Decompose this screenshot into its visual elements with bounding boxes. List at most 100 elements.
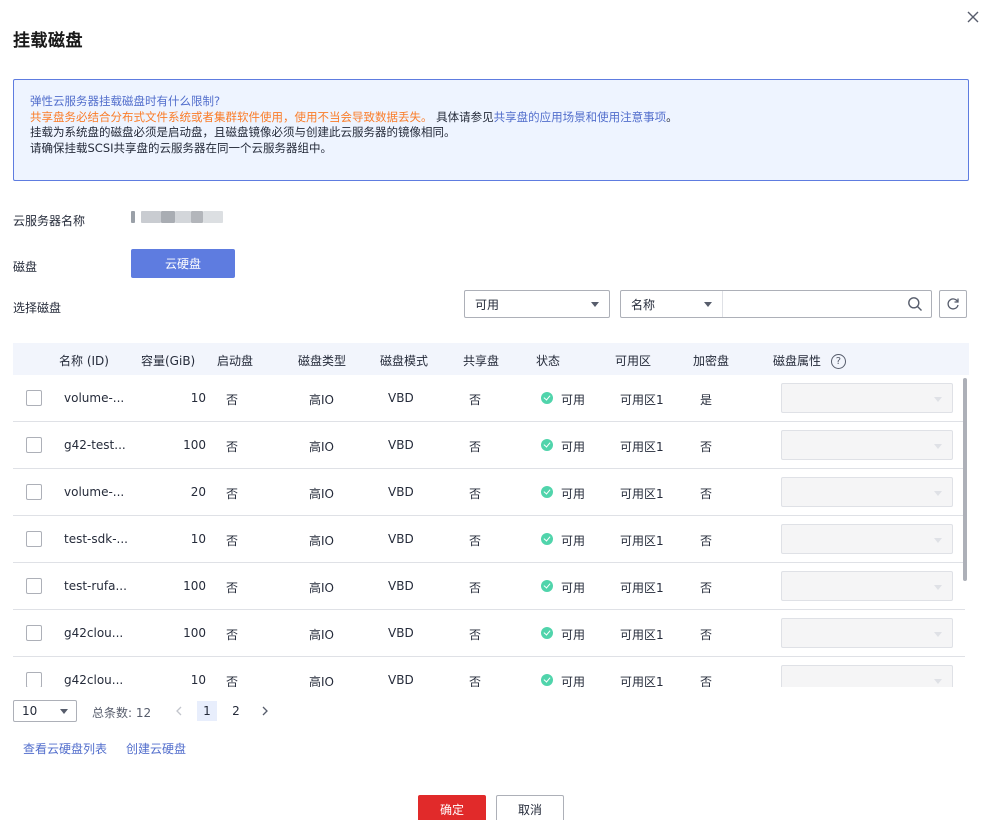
- check-circle-icon: [541, 439, 553, 451]
- check-circle-icon: [541, 533, 553, 545]
- notice-question: 弹性云服务器挂载磁盘时有什么限制?: [30, 94, 221, 108]
- close-button[interactable]: [964, 8, 982, 26]
- server-name-label: 云服务器名称: [13, 214, 86, 228]
- chevron-down-icon: [934, 491, 942, 496]
- disk-attr-select[interactable]: [781, 618, 953, 648]
- table-scrollbar[interactable]: [963, 378, 967, 581]
- disk-attr-select[interactable]: [781, 477, 953, 507]
- disk-table: 名称 (ID) 容量(GiB) 启动盘 磁盘类型 磁盘模式 共享盘 状态 可用区…: [13, 343, 969, 687]
- search-type-value: 名称: [631, 297, 656, 312]
- confirm-button[interactable]: 确定: [418, 795, 486, 820]
- prev-page-button[interactable]: [171, 702, 187, 720]
- cell-mode: VBD: [388, 438, 414, 452]
- table-row[interactable]: test-sdk-... 10 否 高IO VBD 否 可用区1 否 可用: [13, 516, 965, 563]
- cell-shared: 否: [469, 440, 482, 454]
- row-checkbox[interactable]: [26, 578, 42, 594]
- row-checkbox[interactable]: [26, 484, 42, 500]
- cell-az: 可用区1: [620, 628, 664, 642]
- cell-capacity: 20: [190, 485, 206, 499]
- cell-mode: VBD: [388, 485, 414, 499]
- page-2[interactable]: 2: [226, 701, 246, 721]
- page-1[interactable]: 1: [197, 701, 217, 721]
- cell-shared: 否: [469, 581, 482, 595]
- evs-disk-tab[interactable]: 云硬盘: [131, 249, 235, 278]
- cell-type: 高IO: [309, 581, 334, 595]
- cell-encrypted: 否: [700, 581, 713, 595]
- status-text: 可用: [561, 628, 586, 642]
- next-page-button[interactable]: [257, 702, 273, 720]
- cell-status: 可用: [541, 391, 585, 408]
- table-row[interactable]: g42clou... 100 否 高IO VBD 否 可用区1 否 可用: [13, 610, 965, 657]
- check-circle-icon: [541, 392, 553, 404]
- search-input[interactable]: [727, 293, 897, 315]
- cell-az: 可用区1: [620, 487, 664, 501]
- cell-boot: 否: [226, 393, 239, 407]
- col-capacity: 容量(GiB): [141, 354, 196, 368]
- server-name-value-blurred: [131, 211, 223, 223]
- table-header: 名称 (ID) 容量(GiB) 启动盘 磁盘类型 磁盘模式 共享盘 状态 可用区…: [13, 343, 969, 375]
- table-row[interactable]: g42-test... 100 否 高IO VBD 否 可用区1 否 可用: [13, 422, 965, 469]
- cell-type: 高IO: [309, 628, 334, 642]
- view-disk-list-link[interactable]: 查看云硬盘列表: [23, 740, 107, 757]
- check-circle-icon: [541, 486, 553, 498]
- status-filter-select[interactable]: 可用: [464, 290, 610, 318]
- table-row[interactable]: volume-... 20 否 高IO VBD 否 可用区1 否 可用: [13, 469, 965, 516]
- chevron-down-icon: [934, 397, 942, 402]
- chevron-down-icon: [934, 679, 942, 684]
- cell-type: 高IO: [309, 675, 334, 687]
- cell-type: 高IO: [309, 393, 334, 407]
- cell-az: 可用区1: [620, 393, 664, 407]
- table-row[interactable]: volume-... 10 否 高IO VBD 否 可用区1 是 可用: [13, 375, 965, 422]
- col-boot: 启动盘: [217, 354, 254, 368]
- page-size-value: 10: [22, 704, 38, 718]
- cell-name: g42clou...: [64, 626, 124, 640]
- disk-attr-select[interactable]: [781, 571, 953, 601]
- row-checkbox[interactable]: [26, 625, 42, 641]
- row-checkbox[interactable]: [26, 531, 42, 547]
- table-row[interactable]: g42clou... 10 否 高IO VBD 否 可用区1 否 可用: [13, 657, 965, 687]
- disk-attr-select[interactable]: [781, 524, 953, 554]
- table-row[interactable]: test-rufa... 100 否 高IO VBD 否 可用区1 否 可用: [13, 563, 965, 610]
- search-icon[interactable]: [907, 296, 923, 312]
- select-disk-label: 选择磁盘: [13, 301, 62, 315]
- cell-boot: 否: [226, 440, 239, 454]
- help-icon[interactable]: ?: [830, 354, 846, 369]
- status-text: 可用: [561, 487, 586, 501]
- create-disk-link[interactable]: 创建云硬盘: [126, 740, 186, 757]
- cell-capacity: 10: [190, 532, 206, 546]
- cell-shared: 否: [469, 675, 482, 687]
- cell-encrypted: 否: [700, 440, 713, 454]
- cell-mode: VBD: [388, 626, 414, 640]
- cell-encrypted: 否: [700, 675, 713, 687]
- refresh-button[interactable]: [939, 290, 967, 318]
- cell-az: 可用区1: [620, 534, 664, 548]
- notice-see-text: 具体请参见: [432, 109, 494, 124]
- status-filter-value: 可用: [475, 297, 500, 312]
- cell-boot: 否: [226, 675, 239, 687]
- cell-shared: 否: [469, 487, 482, 501]
- cell-mode: VBD: [388, 673, 414, 687]
- cell-boot: 否: [226, 628, 239, 642]
- search-type-select[interactable]: 名称: [621, 291, 723, 317]
- notice-system-disk: 挂载为系统盘的磁盘必须是启动盘，且磁盘镜像必须与创建此云服务器的镜像相同。: [30, 125, 456, 139]
- cell-type: 高IO: [309, 534, 334, 548]
- disk-attr-select[interactable]: [781, 430, 953, 460]
- cell-boot: 否: [226, 534, 239, 548]
- page-size-select[interactable]: 10: [13, 700, 77, 722]
- check-circle-icon: [541, 580, 553, 592]
- row-checkbox[interactable]: [26, 390, 42, 406]
- cell-status: 可用: [541, 532, 585, 549]
- row-checkbox[interactable]: [26, 672, 42, 687]
- col-shared: 共享盘: [463, 354, 500, 368]
- cell-shared: 否: [469, 534, 482, 548]
- disk-attr-select[interactable]: [781, 665, 953, 687]
- cell-encrypted: 是: [700, 393, 713, 407]
- notice-shared-link[interactable]: 共享盘的应用场景和使用注意事项: [494, 110, 667, 124]
- row-checkbox[interactable]: [26, 437, 42, 453]
- cancel-button[interactable]: 取消: [496, 795, 564, 820]
- cell-status: 可用: [541, 438, 585, 455]
- cell-encrypted: 否: [700, 487, 713, 501]
- close-icon: [967, 11, 979, 23]
- pager-total: 总条数: 12: [92, 706, 152, 720]
- disk-attr-select[interactable]: [781, 383, 953, 413]
